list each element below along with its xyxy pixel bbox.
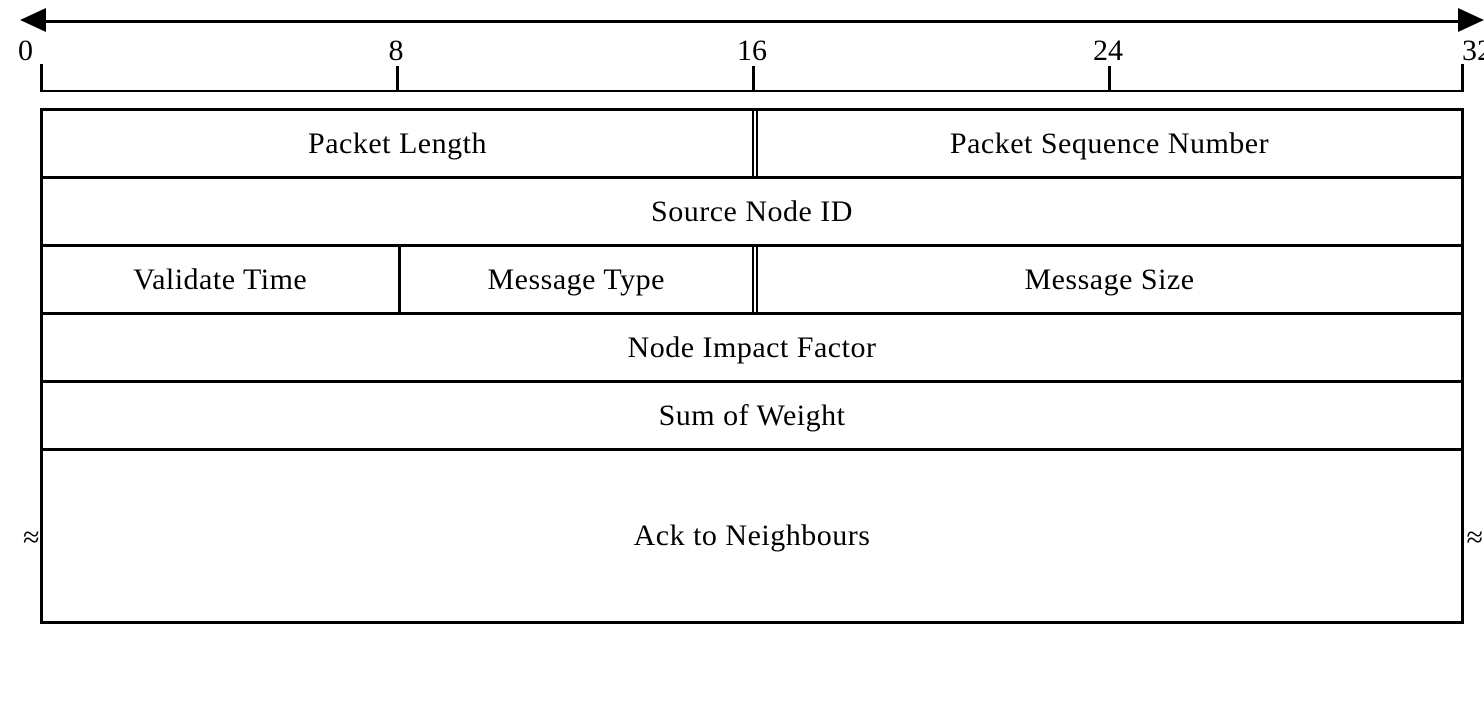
packet-format-diagram: 0 8 16 24 32 Packet Length Packet Sequen… [0, 0, 1484, 708]
tick-mark-0 [40, 64, 43, 90]
ruler-axis [40, 20, 1464, 23]
field-validate-time: Validate Time [43, 247, 398, 312]
arrow-right-icon [1458, 8, 1484, 32]
row-2: Validate Time Message Type Message Size [43, 247, 1461, 315]
field-node-impact-factor: Node Impact Factor [43, 315, 1461, 380]
tick-label-24: 24 [1093, 34, 1123, 68]
row-1: Source Node ID [43, 179, 1461, 247]
tick-mark-16 [752, 66, 755, 90]
break-mark-right-icon: ≈ [1467, 523, 1483, 553]
tick-label-32: 32 [1462, 34, 1484, 68]
tick-mark-32 [1461, 64, 1464, 90]
arrow-left-icon [20, 8, 46, 32]
row-5: Ack to Neighbours ≈ ≈ [43, 451, 1461, 621]
tick-label-8: 8 [389, 34, 404, 68]
row-3: Node Impact Factor [43, 315, 1461, 383]
tick-mark-24 [1108, 66, 1111, 90]
bit-ruler: 0 8 16 24 32 [40, 12, 1464, 90]
break-mark-left-icon: ≈ [23, 523, 39, 553]
tick-label-16: 16 [737, 34, 767, 68]
tick-label-0: 0 [18, 34, 33, 68]
row-4: Sum of Weight [43, 383, 1461, 451]
packet-layout-table: Packet Length Packet Sequence Number Sou… [40, 108, 1464, 624]
field-source-node-id: Source Node ID [43, 179, 1461, 244]
field-packet-length: Packet Length [43, 111, 752, 176]
field-sum-of-weight: Sum of Weight [43, 383, 1461, 448]
field-packet-sequence-number: Packet Sequence Number [752, 111, 1461, 176]
field-message-size: Message Size [752, 247, 1461, 312]
tick-mark-8 [396, 66, 399, 90]
field-message-type: Message Type [398, 247, 753, 312]
field-ack-to-neighbours: Ack to Neighbours [43, 451, 1461, 621]
row-0: Packet Length Packet Sequence Number [43, 111, 1461, 179]
ruler-tick-row [40, 68, 1464, 92]
